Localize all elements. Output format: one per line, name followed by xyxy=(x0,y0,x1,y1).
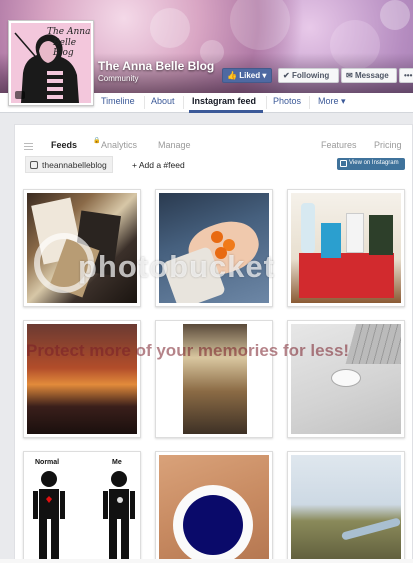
message-label: Message xyxy=(354,71,389,80)
liked-label: Liked xyxy=(239,71,261,80)
nav-analytics[interactable]: Analytics xyxy=(101,140,137,150)
add-feed-button[interactable]: + Add a #feed xyxy=(132,160,185,170)
camera-icon[interactable] xyxy=(15,91,25,99)
nav-manage[interactable]: Manage xyxy=(158,140,191,150)
photobucket-tagline: Protect more of your memories for less! xyxy=(26,341,350,360)
page-category: Community xyxy=(98,74,139,83)
profile-logo-text-1: The Anna xyxy=(47,27,91,37)
lock-icon: 🔒 xyxy=(93,138,101,144)
message-button[interactable]: ✉ Message xyxy=(341,68,397,83)
tab-instagram-feed[interactable]: Instagram feed xyxy=(192,96,256,106)
chevron-down-icon: ▾ xyxy=(262,71,267,80)
active-tab-indicator xyxy=(189,110,263,113)
account-handle: theannabelleblog xyxy=(42,160,107,170)
profile-picture[interactable]: The Anna Belle Blog xyxy=(8,20,94,106)
following-button[interactable]: ✔ Following xyxy=(278,68,339,83)
feed-photo-normal-me[interactable]: Normal Me xyxy=(23,451,141,563)
feed-photo-candy-hand[interactable] xyxy=(155,189,273,307)
page-title[interactable]: The Anna Belle Blog xyxy=(98,59,214,73)
feed-photo-river-valley[interactable] xyxy=(287,451,405,563)
facebook-page: The Anna Belle Blog Community 👍 Liked ▾ … xyxy=(0,0,413,563)
tab-timeline[interactable]: Timeline xyxy=(101,96,135,106)
checkmark-icon: ✔ xyxy=(283,71,290,80)
nav-feeds[interactable]: Feeds xyxy=(51,140,77,150)
feed-photo-sunset-trees[interactable] xyxy=(23,320,141,438)
more-options-label: ••• xyxy=(404,71,413,80)
instagram-icon xyxy=(30,161,38,169)
tab-photos[interactable]: Photos xyxy=(273,96,301,106)
view-on-instagram-button[interactable]: View on Instagram xyxy=(337,158,405,170)
view-on-instagram-label: View on Instagram xyxy=(349,160,399,166)
message-icon: ✉ xyxy=(346,71,353,80)
thumbs-up-icon: 👍 xyxy=(227,71,237,80)
account-chip[interactable]: theannabelleblog xyxy=(25,156,113,173)
tab-more[interactable]: More ▾ xyxy=(318,96,346,107)
more-options-button[interactable]: ••• xyxy=(399,68,413,83)
feed-photo-room[interactable] xyxy=(155,320,273,438)
profile-logo-text-2: Belle Blog xyxy=(53,38,77,58)
feed-photo-coffee[interactable] xyxy=(155,451,273,563)
tab-about[interactable]: About xyxy=(151,96,175,106)
feed-photo-laptop-mouse[interactable] xyxy=(287,320,405,438)
nav-features[interactable]: Features xyxy=(321,140,357,150)
liked-button[interactable]: 👍 Liked ▾ xyxy=(222,68,272,83)
following-label: Following xyxy=(291,71,330,80)
instagram-icon xyxy=(340,160,347,167)
photobucket-watermark: photobucket xyxy=(78,249,275,284)
nav-pricing[interactable]: Pricing xyxy=(374,140,402,150)
hamburger-menu-icon[interactable] xyxy=(24,143,33,150)
bottom-strip xyxy=(0,559,413,563)
stick-figures xyxy=(33,471,135,559)
feed-photo-giftbox[interactable] xyxy=(287,189,405,307)
